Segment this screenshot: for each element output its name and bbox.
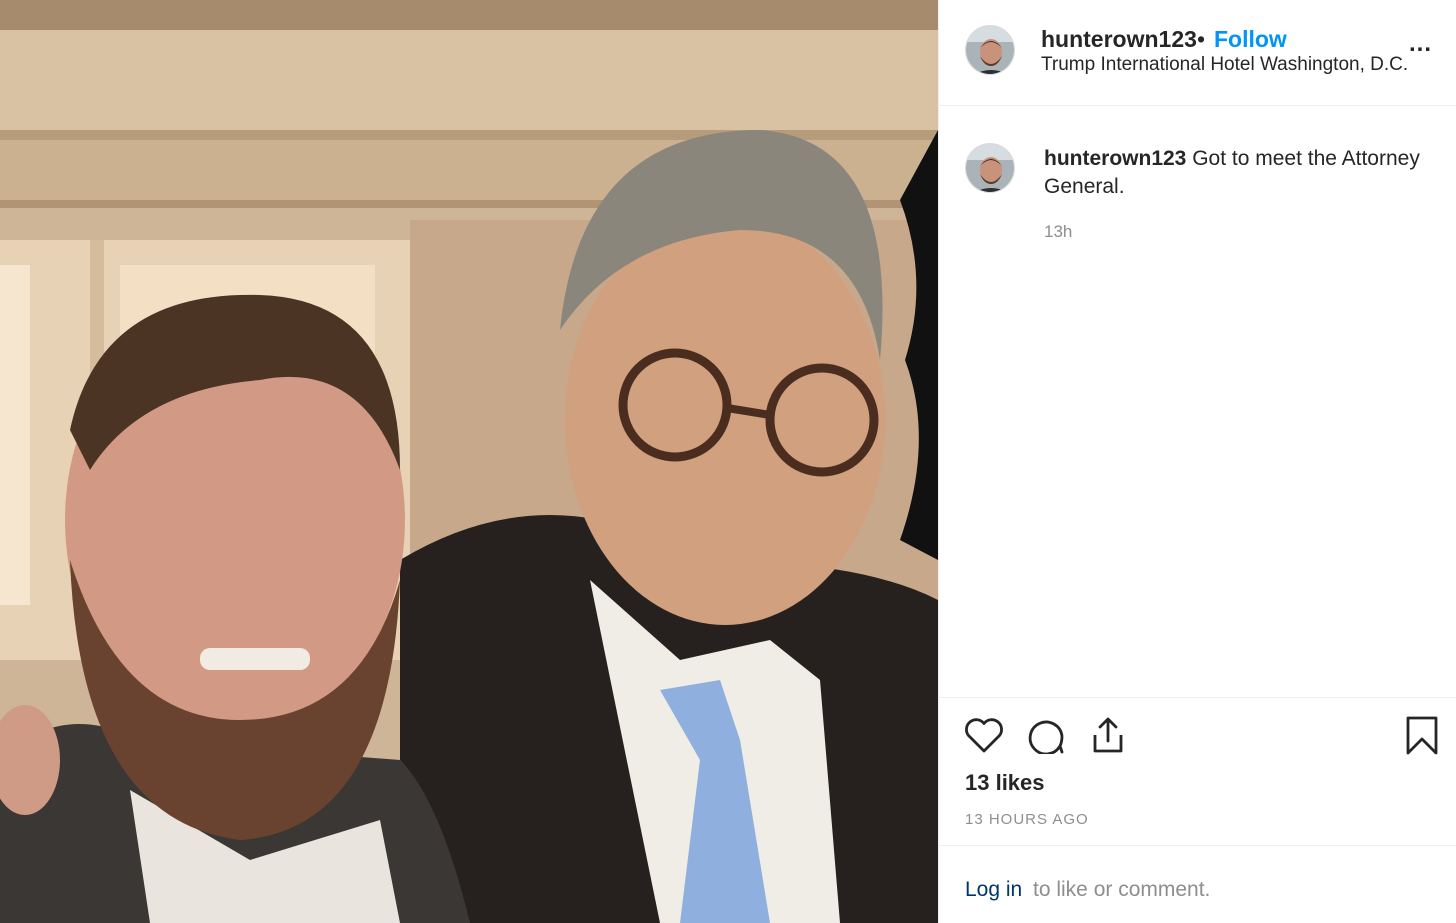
- post-location[interactable]: Trump International Hotel Washington, D.…: [1041, 54, 1408, 76]
- login-link[interactable]: Log in: [965, 878, 1022, 902]
- post-actions: 13 likes 13 HOURS AGO: [939, 697, 1456, 845]
- author-username[interactable]: hunterown123: [1041, 26, 1197, 53]
- caption-text: hunterown123 Got to meet the Attorney Ge…: [1044, 145, 1424, 201]
- login-prompt-text: to like or comment.: [1033, 878, 1211, 901]
- author-avatar[interactable]: [965, 25, 1015, 75]
- post-caption-area: hunterown123 Got to meet the Attorney Ge…: [939, 106, 1456, 696]
- share-icon[interactable]: [1089, 715, 1127, 755]
- caption-avatar[interactable]: [965, 143, 1015, 193]
- follow-button[interactable]: Follow: [1214, 26, 1287, 53]
- caption-timestamp[interactable]: 13h: [1044, 222, 1072, 242]
- bookmark-icon[interactable]: [1405, 716, 1439, 756]
- likes-count[interactable]: 13 likes: [965, 770, 1045, 796]
- comment-bubble-icon[interactable]: [1027, 716, 1065, 754]
- post-timestamp: 13 HOURS AGO: [965, 811, 1089, 828]
- post-sidebar: hunterown123 • Follow Trump Internationa…: [938, 0, 1456, 923]
- header-separator: •: [1197, 26, 1206, 52]
- ellipsis-icon[interactable]: ...: [1409, 30, 1432, 58]
- login-prompt: Log in to like or comment.: [939, 845, 1456, 923]
- heart-icon[interactable]: [964, 716, 1004, 754]
- post-photo[interactable]: [0, 0, 938, 923]
- post-header: hunterown123 • Follow Trump Internationa…: [939, 0, 1456, 106]
- post-photo-image: [0, 0, 938, 923]
- caption-username[interactable]: hunterown123: [1044, 147, 1186, 170]
